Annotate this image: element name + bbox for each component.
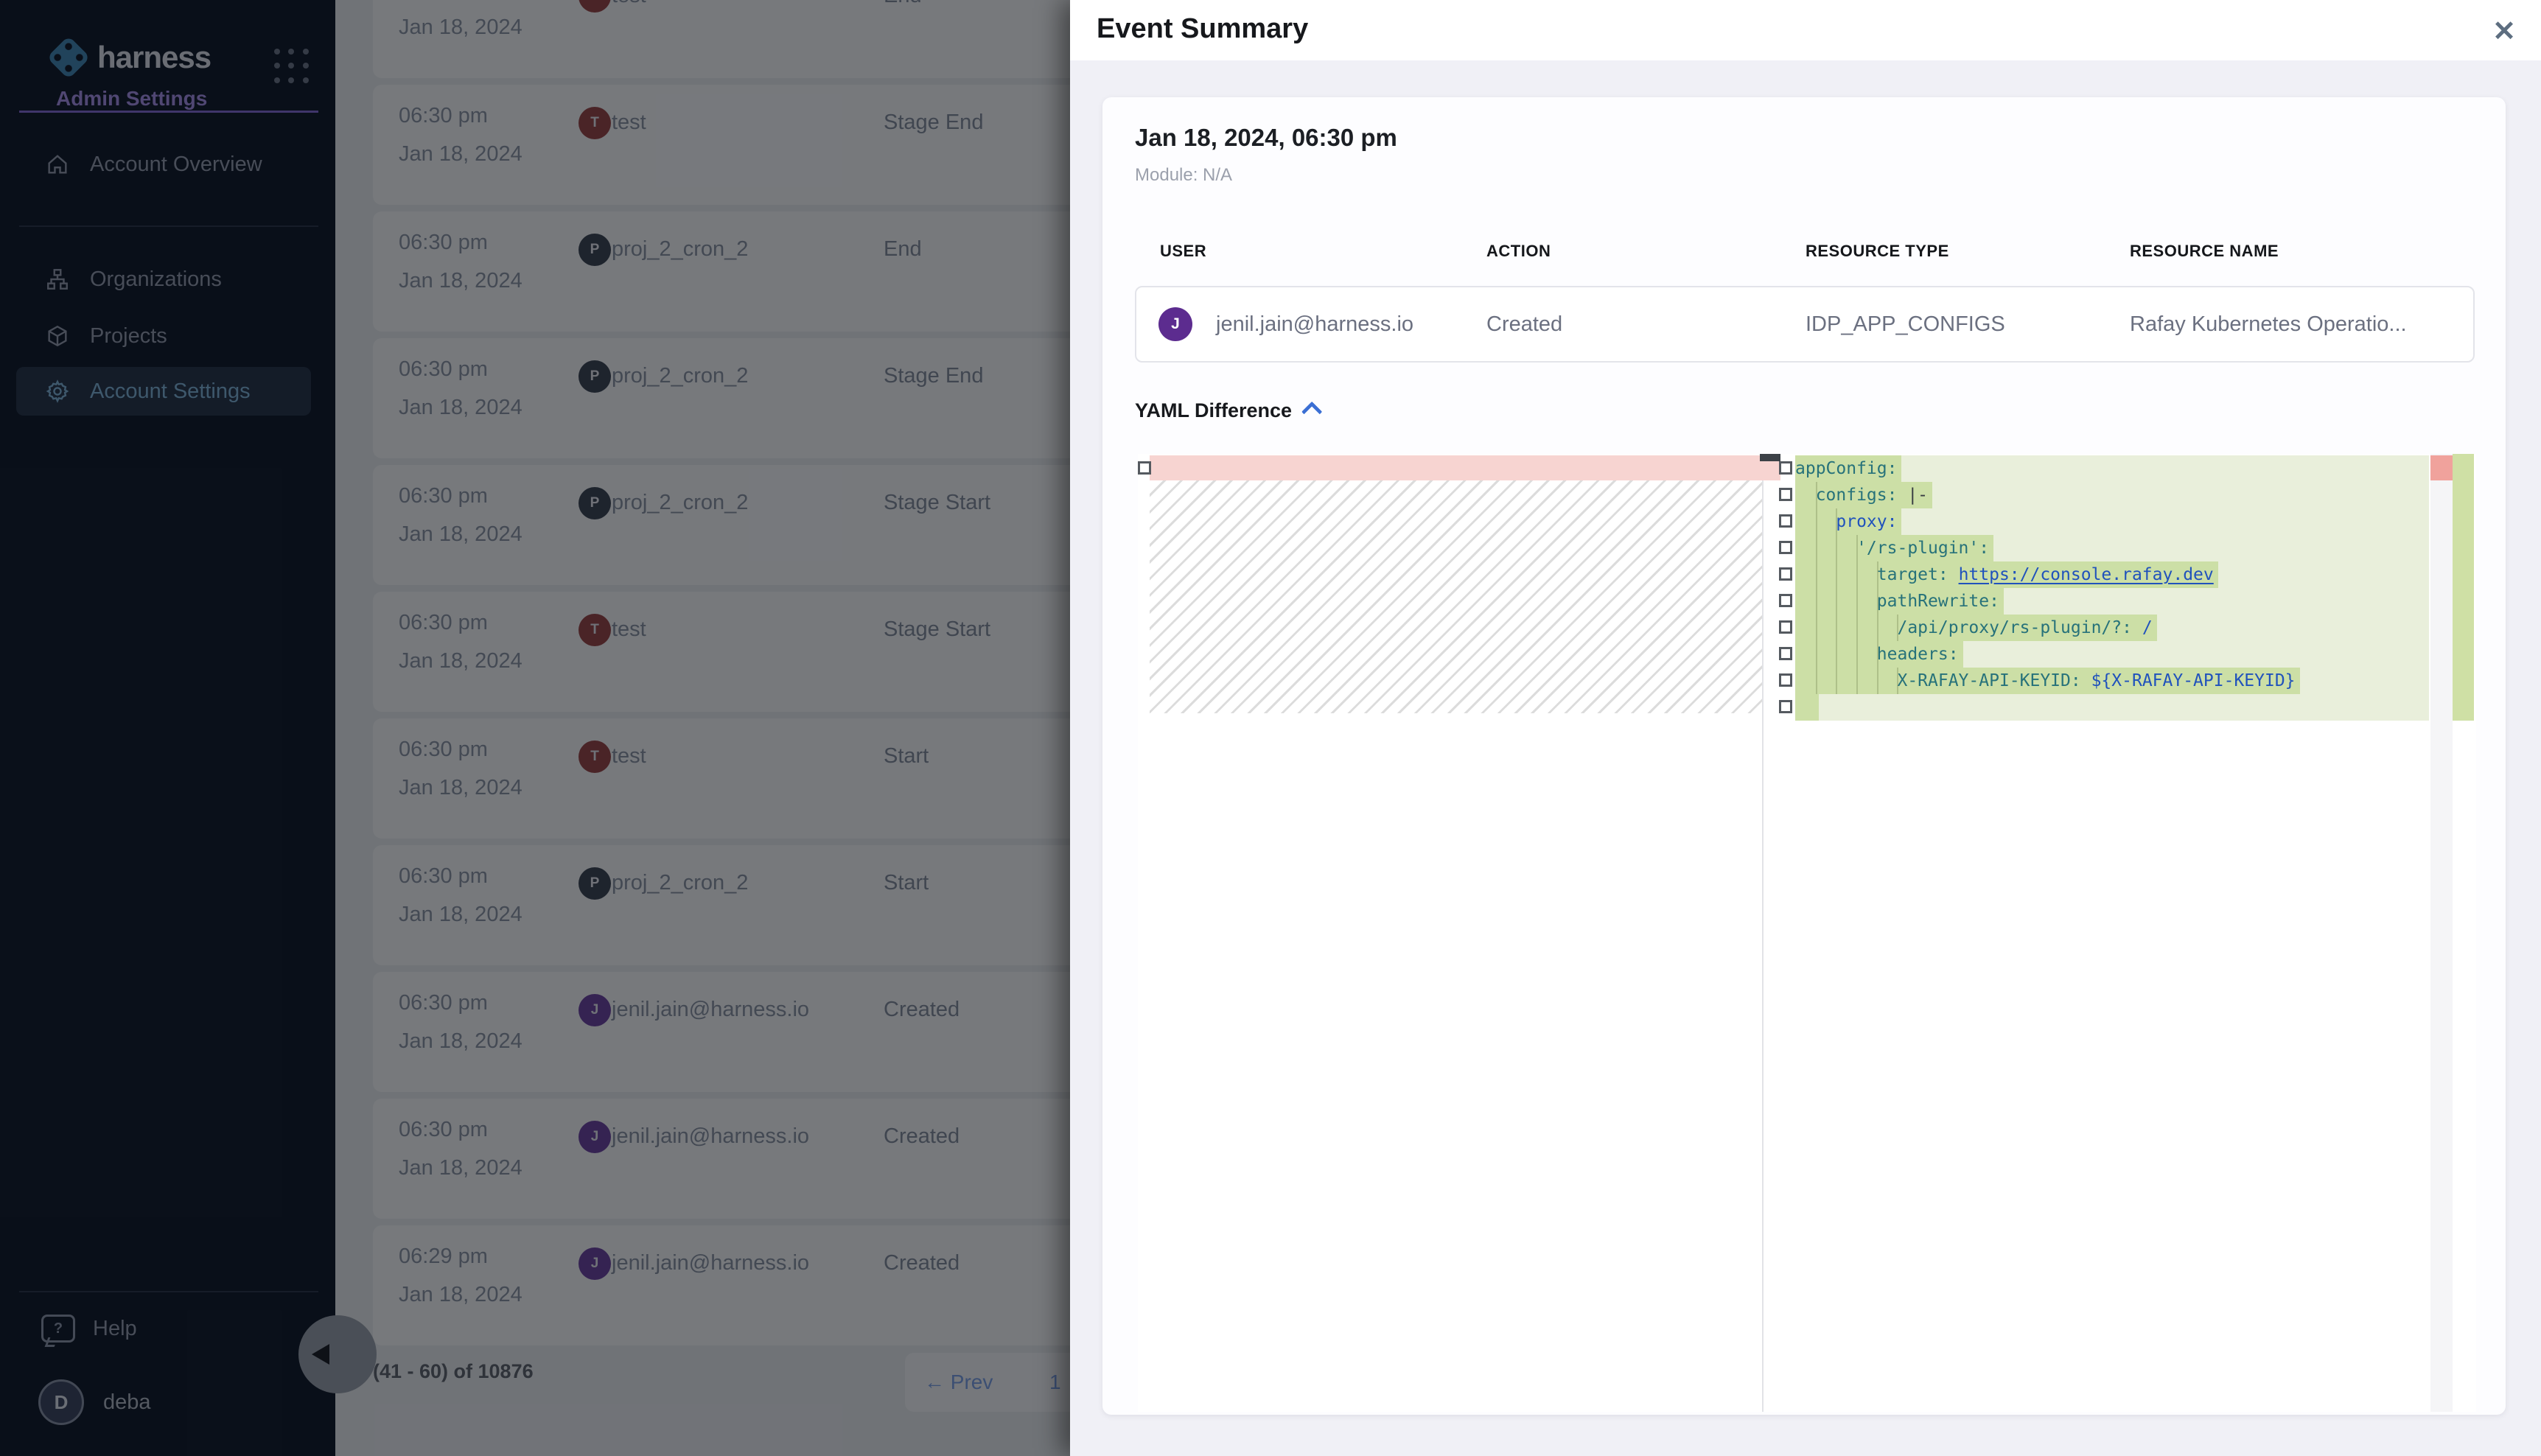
app-root: 06:30 pmJan 18, 2024TtestEnd06:30 pmJan … — [0, 0, 2541, 1456]
event-summary-drawer: Event Summary ✕ Jan 18, 2024, 06:30 pm M… — [1070, 0, 2541, 1456]
diff-overview-ruler[interactable] — [2430, 454, 2453, 1412]
indent-guide — [1836, 588, 1837, 615]
code-token: configs: — [1795, 486, 1907, 505]
column-header-user: USER — [1160, 242, 1206, 261]
indent-guide — [1836, 561, 1837, 588]
indent-guide — [1897, 615, 1898, 641]
column-header-resource-name: RESOURCE NAME — [2130, 242, 2279, 261]
event-resource-name: Rafay Kubernetes Operatio... — [2130, 312, 2407, 337]
indent-guide — [1856, 535, 1858, 561]
code-line: appConfig: — [1795, 455, 2429, 482]
diff-line-gutter-marker — [1779, 620, 1792, 634]
event-user: jenil.jain@harness.io — [1216, 312, 1413, 337]
yaml-diff-editor[interactable]: appConfig: configs: |- proxy: '/rs-plugi… — [1138, 454, 2476, 1412]
code-line: proxy: — [1795, 508, 2429, 535]
close-icon[interactable]: ✕ — [2489, 12, 2519, 51]
code-line: X-RAFAY-API-KEYID: ${X-RAFAY-API-KEYID} — [1795, 668, 2429, 694]
event-summary-card: Jan 18, 2024, 06:30 pm Module: N/A USER … — [1102, 97, 2506, 1415]
indent-guide — [1897, 668, 1898, 694]
event-resource-type: IDP_APP_CONFIGS — [1806, 312, 2005, 337]
diff-removed-line — [1150, 455, 1780, 480]
code-token: |- — [1907, 486, 1928, 505]
modal-overlay[interactable] — [0, 0, 1070, 1456]
event-detail-row: J jenil.jain@harness.io Created IDP_APP_… — [1135, 286, 2475, 363]
indent-guide — [1856, 641, 1858, 668]
code-line: target: https://console.rafay.dev — [1795, 561, 2429, 588]
indent-guide — [1877, 641, 1878, 668]
diff-pane-divider — [1762, 454, 1764, 1412]
indent-guide — [1836, 535, 1837, 561]
drawer-header: Event Summary ✕ — [1070, 0, 2541, 60]
diff-line-gutter-marker — [1779, 594, 1792, 607]
indent-guide — [1877, 615, 1878, 641]
indent-guide — [1816, 668, 1817, 694]
yaml-difference-label: YAML Difference — [1135, 399, 1292, 421]
indent-guide — [1877, 668, 1878, 694]
indent-guide — [1856, 588, 1858, 615]
indent-guide — [1877, 588, 1878, 615]
drawer-title: Event Summary — [1097, 13, 1308, 45]
column-header-action: ACTION — [1486, 242, 1551, 261]
chevron-up-icon — [1301, 402, 1322, 422]
code-line: configs: |- — [1795, 482, 2429, 508]
diff-ruler-added-marker — [2453, 454, 2474, 721]
indent-guide — [1816, 615, 1817, 641]
indent-guide — [1816, 641, 1817, 668]
diff-ruler-removed-marker — [2430, 455, 2453, 480]
code-link[interactable]: https://console.rafay.dev — [1959, 565, 2214, 584]
diff-line-gutter-marker — [1779, 700, 1792, 713]
diff-line-gutter-marker — [1779, 673, 1792, 687]
diff-line-gutter-marker — [1779, 488, 1792, 501]
code-token: proxy: — [1836, 512, 1897, 531]
indent-guide — [1856, 668, 1858, 694]
code-token: appConfig: — [1795, 459, 1897, 478]
code-token: / — [2142, 618, 2153, 637]
code-line: pathRewrite: — [1795, 588, 2429, 615]
event-action: Created — [1486, 312, 1562, 337]
diff-line-gutter-marker — [1779, 647, 1792, 660]
code-token: X-RAFAY-API-KEYID: — [1795, 671, 2091, 690]
column-header-resource-type: RESOURCE TYPE — [1806, 242, 1949, 261]
code-token: /api/proxy/rs-plugin/?: — [1795, 618, 2142, 637]
indent-guide — [1816, 561, 1817, 588]
indent-guide — [1816, 482, 1817, 508]
yaml-difference-toggle[interactable]: YAML Difference — [1135, 399, 1321, 422]
code-token: pathRewrite: — [1795, 592, 1999, 611]
indent-guide — [1836, 615, 1837, 641]
diff-line-gutter-marker — [1779, 514, 1792, 528]
indent-guide — [1816, 588, 1817, 615]
indent-guide — [1816, 508, 1817, 535]
code-token: ${X-RAFAY-API-KEYID} — [2091, 671, 2296, 690]
code-line: headers: — [1795, 641, 2429, 668]
code-token: '/rs-plugin': — [1795, 539, 1989, 558]
diff-line-gutter-marker — [1779, 461, 1792, 475]
event-module: Module: N/A — [1135, 165, 1232, 186]
indent-guide — [1877, 561, 1878, 588]
event-user-avatar: J — [1158, 307, 1192, 341]
code-line — [1795, 694, 2429, 721]
code-line: /api/proxy/rs-plugin/?: / — [1795, 615, 2429, 641]
indent-guide — [1836, 641, 1837, 668]
indent-guide — [1856, 615, 1858, 641]
diff-cursor-marker — [1760, 454, 1780, 461]
diff-added-code: appConfig: configs: |- proxy: '/rs-plugi… — [1795, 454, 2429, 1412]
code-line: '/rs-plugin': — [1795, 535, 2429, 561]
indent-guide — [1816, 535, 1817, 561]
indent-guide — [1856, 561, 1858, 588]
diff-line-gutter-marker — [1779, 541, 1792, 554]
diff-left-gutter-marker — [1138, 461, 1151, 475]
indent-guide — [1836, 668, 1837, 694]
event-datetime: Jan 18, 2024, 06:30 pm — [1135, 124, 1397, 152]
diff-empty-hatch-region — [1150, 480, 1762, 713]
diff-line-gutter-marker — [1779, 567, 1792, 581]
indent-guide — [1836, 508, 1837, 535]
